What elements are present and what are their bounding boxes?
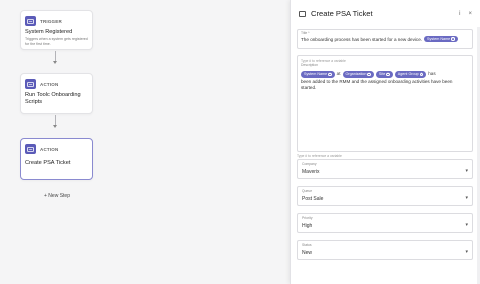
title-field: Title * The onboarding process has been … xyxy=(297,29,473,49)
node-title: Create PSA Ticket xyxy=(25,160,71,166)
chevron-down-icon: ▾ xyxy=(465,195,468,201)
action-icon xyxy=(25,79,36,89)
priority-select[interactable]: Priority High ▾ xyxy=(297,213,473,233)
workflow-canvas: TRIGGER System Registered Triggers when … xyxy=(0,0,290,284)
node-type: ACTION xyxy=(40,146,59,152)
status-value: New xyxy=(302,250,313,256)
description-tail-word: has xyxy=(428,71,436,77)
remove-chip-icon[interactable]: × xyxy=(328,72,332,76)
priority-value: High xyxy=(302,223,313,229)
chevron-down-icon: ▾ xyxy=(465,168,468,174)
variable-chip[interactable]: Site × xyxy=(375,71,393,78)
info-icon[interactable]: i xyxy=(459,11,460,17)
variable-chip[interactable]: Agent Group × xyxy=(394,71,427,78)
remove-chip-icon[interactable]: × xyxy=(419,72,424,76)
priority-label: Priority xyxy=(302,216,313,220)
node-run-onboarding-scripts[interactable]: ACTION Run Toolc Onboarding Scripts xyxy=(20,73,93,114)
connector-line xyxy=(55,51,56,61)
queue-value: Post Sale xyxy=(302,196,324,202)
node-title: System Registered xyxy=(25,29,73,35)
new-step-button[interactable]: + New Step xyxy=(44,193,70,199)
queue-label: Queue xyxy=(302,189,313,193)
separator-text: at xyxy=(336,71,341,77)
node-title: Run Toolc Onboarding Scripts xyxy=(25,92,81,105)
title-input[interactable]: Title * The onboarding process has been … xyxy=(297,29,473,49)
node-create-psa-ticket[interactable]: ACTION Create PSA Ticket xyxy=(20,138,93,180)
chevron-down-icon: ▾ xyxy=(465,222,468,228)
step-config-panel: Create PSA Ticket i × Title * The onboar… xyxy=(290,0,480,284)
connector-line xyxy=(55,115,56,125)
variable-chip[interactable]: System Name × xyxy=(301,71,335,78)
panel-title: Create PSA Ticket xyxy=(311,9,373,18)
status-select[interactable]: Status New ▾ xyxy=(297,240,473,260)
queue-select[interactable]: Queue Post Sale ▾ xyxy=(297,186,473,206)
chevron-down-icon: ▾ xyxy=(465,249,468,255)
status-label: Status xyxy=(302,243,312,247)
description-text: been added to the RMM and the assigned o… xyxy=(301,78,453,90)
title-text: The onboarding process has been started … xyxy=(301,36,423,42)
panel-header: Create PSA Ticket i × xyxy=(291,0,480,27)
node-system-registered[interactable]: TRIGGER System Registered Triggers when … xyxy=(20,10,93,50)
trigger-icon xyxy=(25,16,36,26)
company-value: Maverix xyxy=(302,169,320,175)
title-label: Title * xyxy=(301,31,310,35)
remove-chip-icon[interactable]: × xyxy=(367,72,371,76)
node-type: TRIGGER xyxy=(40,18,62,24)
ticket-icon xyxy=(299,10,306,17)
company-label: Company xyxy=(302,162,317,166)
description-label: Description xyxy=(301,63,318,67)
node-description: Triggers when a system gets registered f… xyxy=(25,37,88,46)
variable-chip[interactable]: System Name × xyxy=(424,35,458,43)
company-select[interactable]: Company Maverix ▾ xyxy=(297,159,473,179)
node-type: ACTION xyxy=(40,81,59,87)
action-icon xyxy=(25,144,36,154)
remove-chip-icon[interactable]: × xyxy=(451,37,455,41)
variable-chip[interactable]: Organization × xyxy=(342,71,374,78)
arrow-down-icon xyxy=(53,61,57,64)
arrow-down-icon xyxy=(53,125,57,128)
company-hint: Type # to reference a variable xyxy=(297,154,342,158)
remove-chip-icon[interactable]: × xyxy=(386,72,390,76)
description-input[interactable]: Type # to reference a variable Descripti… xyxy=(297,55,473,152)
close-icon[interactable]: × xyxy=(468,11,472,17)
description-field: Type # to reference a variable Descripti… xyxy=(297,55,473,152)
